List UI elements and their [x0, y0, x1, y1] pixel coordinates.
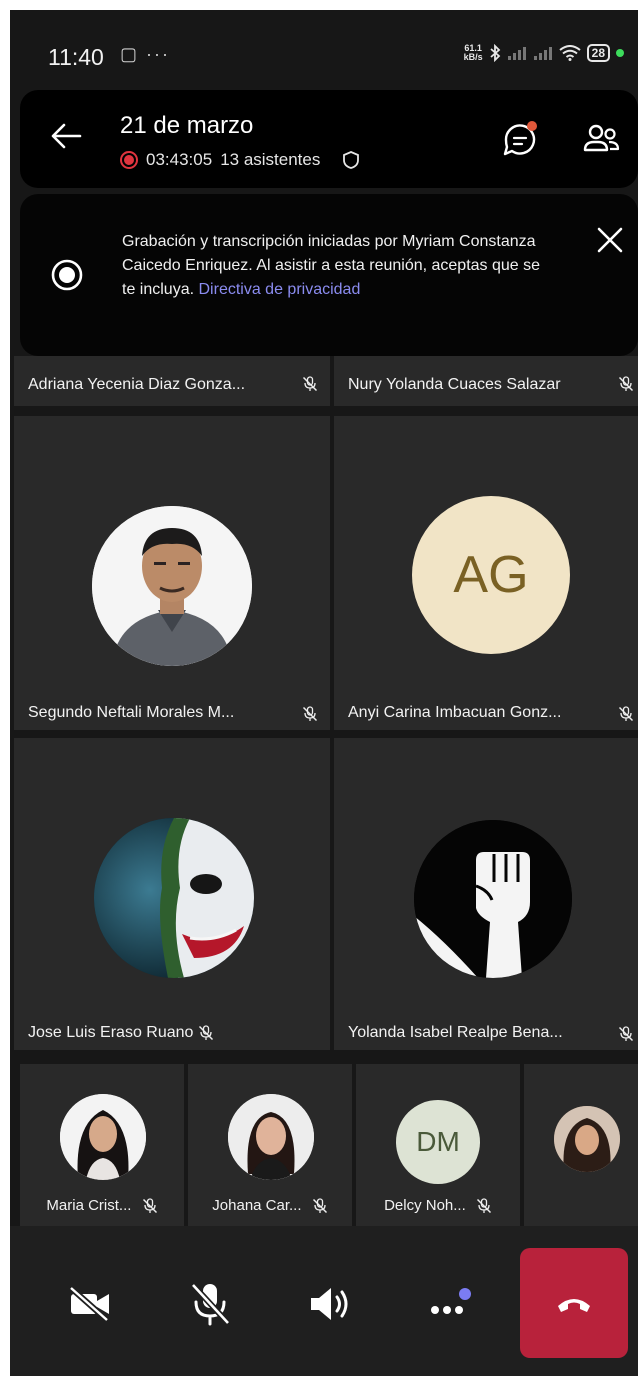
mic-off-icon	[618, 1026, 634, 1042]
status-time: 11:40	[48, 44, 104, 70]
participant-tile[interactable]: Adriana Yecenia Diaz Gonza...	[14, 356, 330, 406]
recording-banner: Grabación y transcripción iniciadas por …	[20, 194, 638, 356]
shield-icon	[343, 151, 360, 169]
participant-name: Yolanda Isabel Realpe Bena...	[348, 1024, 563, 1041]
person-photo-icon	[554, 1106, 620, 1172]
speaker-icon	[311, 1288, 348, 1320]
mic-off-icon	[618, 706, 634, 722]
participant-tile-small[interactable]: DM Delcy Noh...	[356, 1064, 520, 1228]
mic-off-icon	[198, 1025, 213, 1040]
meeting-duration: 03:43:05	[146, 150, 213, 169]
mic-off-icon	[476, 1198, 491, 1214]
more-icon	[431, 1288, 471, 1314]
participant-name: Jose Luis Eraso Ruano	[28, 1024, 214, 1042]
participant-tile-small[interactable]: Johana Car...	[188, 1064, 352, 1228]
meeting-subtitle: 03:43:05 13 asistentes	[120, 150, 360, 170]
participant-name: Delcy Noh...	[356, 1197, 520, 1214]
joker-photo-icon	[94, 818, 254, 978]
avatar-initials: AG	[453, 546, 529, 604]
meeting-title: 21 de marzo	[120, 112, 254, 139]
participant-name: Anyi Carina Imbacuan Gonz...	[348, 704, 562, 721]
recording-indicator-icon	[120, 151, 138, 169]
person-photo-icon	[60, 1094, 146, 1180]
privacy-policy-link[interactable]: Directiva de privacidad	[199, 281, 361, 298]
participant-avatar: DM	[396, 1100, 480, 1184]
participant-name: Maria Crist...	[20, 1197, 184, 1214]
signal-icon	[507, 47, 526, 60]
participant-avatar	[228, 1094, 314, 1180]
mic-off-icon	[302, 706, 318, 722]
participant-avatar: AG	[412, 496, 570, 654]
close-icon[interactable]	[590, 220, 630, 260]
net-speed: 61.1 kB/s	[463, 43, 483, 62]
raised-fist-icon	[414, 820, 572, 978]
phone-hangup-icon	[558, 1299, 590, 1312]
participant-tile[interactable]: Yolanda Isabel Realpe Bena...	[334, 738, 638, 1050]
battery-indicator: 28	[586, 44, 610, 62]
speaker-button[interactable]	[304, 1278, 356, 1330]
participant-tile-small[interactable]	[524, 1064, 638, 1228]
mic-off-icon	[190, 1282, 231, 1326]
participant-tile[interactable]: Jose Luis Eraso Ruano	[14, 738, 330, 1050]
recording-message: Grabación y transcripción iniciadas por …	[122, 230, 542, 302]
wifi-icon	[559, 45, 581, 61]
person-photo-icon	[92, 506, 252, 666]
camera-off-icon	[69, 1285, 109, 1323]
participant-tile[interactable]: Nury Yolanda Cuaces Salazar	[334, 356, 638, 406]
participant-avatar	[94, 818, 254, 978]
privacy-dot	[616, 49, 624, 57]
call-controls	[10, 1226, 638, 1376]
mic-off-icon	[302, 376, 318, 392]
more-options-button[interactable]	[424, 1278, 476, 1330]
participant-name: Adriana Yecenia Diaz Gonza...	[28, 376, 246, 393]
meeting-header: 21 de marzo 03:43:05 13 asistentes	[20, 90, 638, 188]
people-icon[interactable]	[580, 118, 624, 162]
camera-toggle-button[interactable]	[64, 1278, 116, 1330]
participant-tile[interactable]: Segundo Neftali Morales M...	[14, 416, 330, 730]
notification-icons: ▢ ···	[120, 44, 170, 64]
signal-icon-2	[533, 47, 552, 60]
participant-tile[interactable]: AG Anyi Carina Imbacuan Gonz...	[334, 416, 638, 730]
status-right-icons: 61.1 kB/s 28	[464, 44, 624, 62]
phone-screen: 11:40 ▢ ··· 61.1 kB/s 28 21 de marzo 03:…	[10, 10, 638, 1376]
chat-icon[interactable]	[498, 118, 542, 162]
participant-name: Nury Yolanda Cuaces Salazar	[348, 376, 561, 393]
person-photo-icon	[228, 1094, 314, 1180]
mic-off-icon	[312, 1198, 327, 1214]
bluetooth-icon	[490, 44, 500, 62]
participant-avatar	[60, 1094, 146, 1180]
back-arrow-icon[interactable]	[46, 116, 86, 156]
mic-off-icon	[142, 1198, 157, 1214]
hang-up-button[interactable]	[520, 1248, 628, 1358]
participant-name: Segundo Neftali Morales M...	[28, 704, 235, 721]
participant-name: Johana Car...	[188, 1197, 352, 1214]
participant-avatar	[414, 820, 572, 978]
participant-avatar	[92, 506, 252, 666]
participant-avatar	[554, 1106, 620, 1172]
mic-off-icon	[618, 376, 634, 392]
mic-toggle-button[interactable]	[184, 1278, 236, 1330]
recording-icon	[51, 259, 83, 291]
attendee-count: 13 asistentes	[220, 150, 321, 169]
status-bar: 11:40 ▢ ··· 61.1 kB/s 28	[10, 10, 638, 92]
participant-tile-small[interactable]: Maria Crist...	[20, 1064, 184, 1228]
avatar-initials: DM	[416, 1126, 460, 1157]
